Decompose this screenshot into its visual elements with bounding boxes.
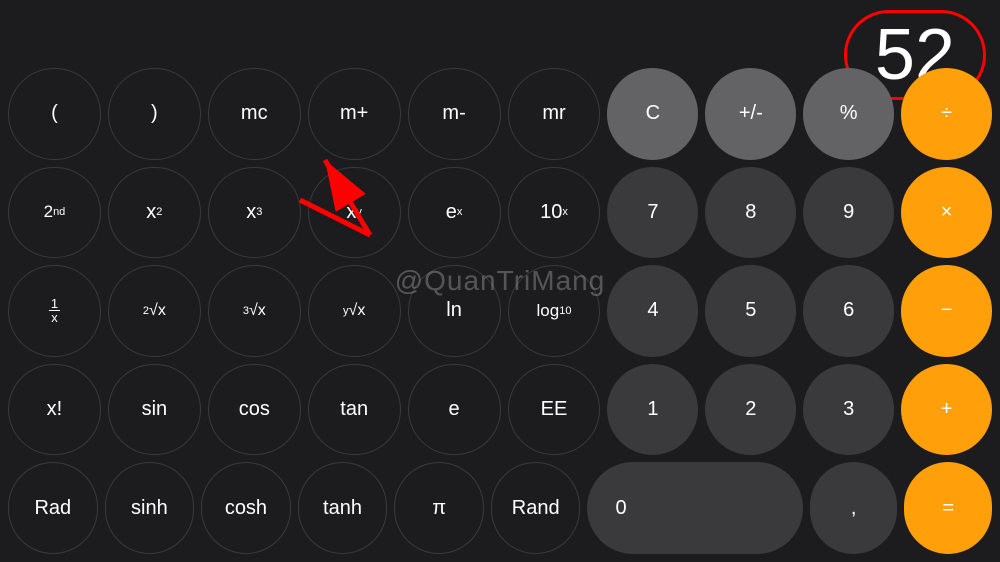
- cos-button[interactable]: cos: [208, 364, 301, 456]
- 7-button[interactable]: 7: [607, 167, 698, 259]
- row-1: ( ) mc m+ m- mr C +/- % ÷: [8, 68, 992, 160]
- sqrt3-button[interactable]: 3√x: [208, 265, 301, 357]
- sinh-button[interactable]: sinh: [105, 462, 195, 554]
- row-5: Rad sinh cosh tanh π Rand 0 , =: [8, 462, 992, 554]
- xfact-button[interactable]: x!: [8, 364, 101, 456]
- clear-button[interactable]: C: [607, 68, 698, 160]
- mplus-button[interactable]: m+: [308, 68, 401, 160]
- tanh-button[interactable]: tanh: [298, 462, 388, 554]
- plus-button[interactable]: +: [901, 364, 992, 456]
- e-button[interactable]: e: [408, 364, 501, 456]
- row-4: x! sin cos tan e EE 1 2 3 +: [8, 364, 992, 456]
- percent-button[interactable]: %: [803, 68, 894, 160]
- ex-button[interactable]: ex: [408, 167, 501, 259]
- log10-button[interactable]: log10: [508, 265, 601, 357]
- divide-button[interactable]: ÷: [901, 68, 992, 160]
- plusminus-button[interactable]: +/-: [705, 68, 796, 160]
- tan-button[interactable]: tan: [308, 364, 401, 456]
- sin-button[interactable]: sin: [108, 364, 201, 456]
- EE-button[interactable]: EE: [508, 364, 601, 456]
- row-2: 2nd x2 x3 xy ex 10x 7 8 9 ×: [8, 167, 992, 259]
- 6-button[interactable]: 6: [803, 265, 894, 357]
- 4-button[interactable]: 4: [607, 265, 698, 357]
- rad-button[interactable]: Rad: [8, 462, 98, 554]
- 1overx-button[interactable]: 1x: [8, 265, 101, 357]
- close-paren-button[interactable]: ): [108, 68, 201, 160]
- 10x-button[interactable]: 10x: [508, 167, 601, 259]
- multiply-button[interactable]: ×: [901, 167, 992, 259]
- mc-button[interactable]: mc: [208, 68, 301, 160]
- rand-button[interactable]: Rand: [491, 462, 581, 554]
- pi-button[interactable]: π: [394, 462, 484, 554]
- minus-button[interactable]: −: [901, 265, 992, 357]
- 8-button[interactable]: 8: [705, 167, 796, 259]
- mr-button[interactable]: mr: [508, 68, 601, 160]
- open-paren-button[interactable]: (: [8, 68, 101, 160]
- ln-button[interactable]: ln: [408, 265, 501, 357]
- 5-button[interactable]: 5: [705, 265, 796, 357]
- xsquared-button[interactable]: x2: [108, 167, 201, 259]
- 2nd-button[interactable]: 2nd: [8, 167, 101, 259]
- xy-button[interactable]: xy: [308, 167, 401, 259]
- row-3: 1x 2√x 3√x y√x ln log10 4 5 6 −: [8, 265, 992, 357]
- 3-button[interactable]: 3: [803, 364, 894, 456]
- sqrty-button[interactable]: y√x: [308, 265, 401, 357]
- xcubed-button[interactable]: x3: [208, 167, 301, 259]
- equals-button[interactable]: =: [904, 462, 992, 554]
- mminus-button[interactable]: m-: [408, 68, 501, 160]
- sqrt2-button[interactable]: 2√x: [108, 265, 201, 357]
- 9-button[interactable]: 9: [803, 167, 894, 259]
- 0-button[interactable]: 0: [587, 462, 802, 554]
- calculator: 52 @QuanTriMang ( ) mc m+ m- mr C +/- % …: [0, 0, 1000, 562]
- cosh-button[interactable]: cosh: [201, 462, 291, 554]
- 1-button[interactable]: 1: [607, 364, 698, 456]
- 2-button[interactable]: 2: [705, 364, 796, 456]
- comma-button[interactable]: ,: [810, 462, 898, 554]
- buttons-area: ( ) mc m+ m- mr C +/- % ÷ 2nd x2 x3 xy e…: [8, 68, 992, 554]
